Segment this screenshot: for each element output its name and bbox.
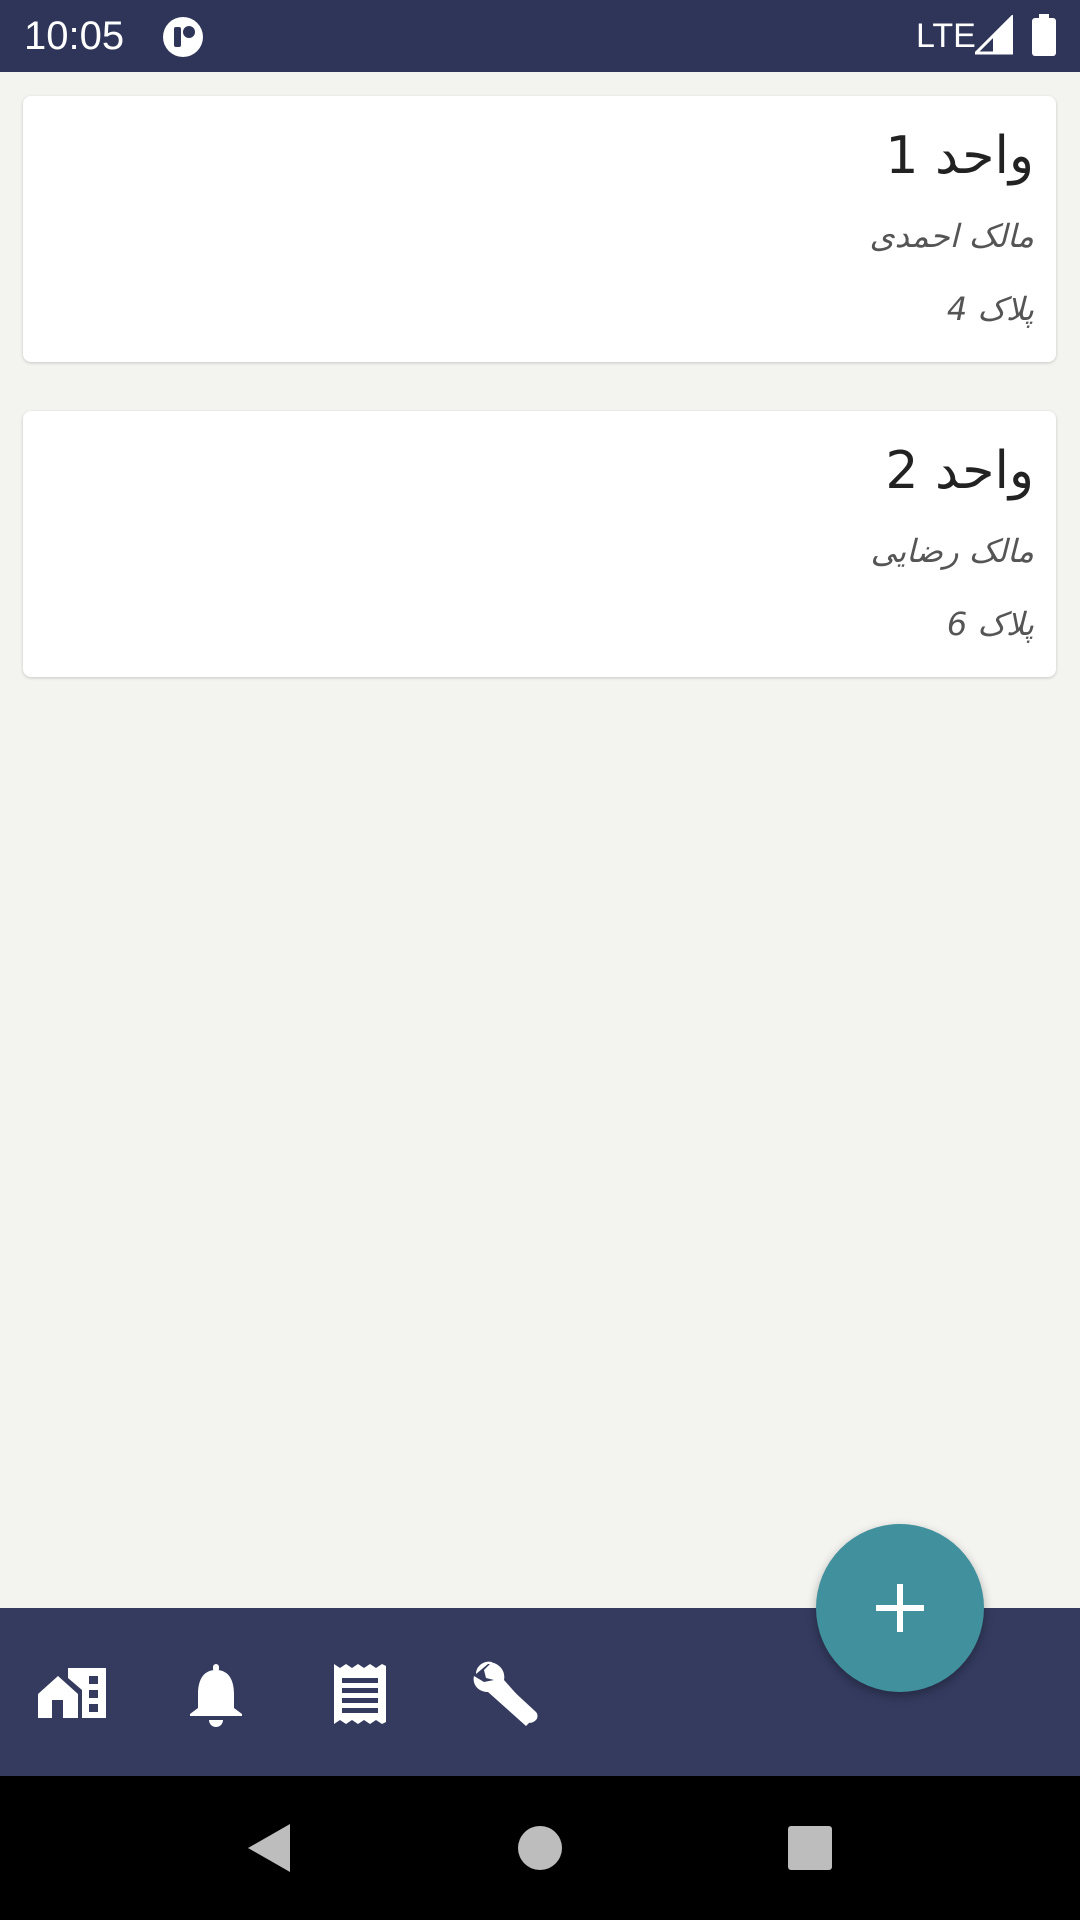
unit-plate: پلاک 4 <box>946 290 1034 328</box>
signal-icon <box>972 13 1014 55</box>
unit-owner: مالک رضایی <box>870 532 1034 570</box>
network-type-label: LTE <box>916 17 976 55</box>
recents-icon <box>788 1826 832 1870</box>
wrench-icon <box>473 1661 538 1726</box>
buildings-icon <box>38 1668 106 1718</box>
nav-settings[interactable] <box>468 1658 540 1730</box>
units-list: واحد 1 مالک احمدی پلاک 4 واحد 2 مالک رضا… <box>0 72 1080 1608</box>
plus-icon <box>876 1584 924 1632</box>
battery-icon <box>1032 14 1056 56</box>
system-back-button[interactable] <box>242 1820 298 1876</box>
unit-card[interactable]: واحد 1 مالک احمدی پلاک 4 <box>23 96 1056 362</box>
unit-plate: پلاک 6 <box>946 605 1034 643</box>
add-unit-button[interactable] <box>816 1524 984 1692</box>
home-icon <box>518 1826 562 1870</box>
bell-icon <box>190 1664 242 1727</box>
nav-notifications[interactable] <box>180 1658 252 1730</box>
unit-name: واحد 1 <box>885 126 1034 186</box>
status-bar: 10:05 LTE <box>0 0 1080 72</box>
system-recents-button[interactable] <box>782 1820 838 1876</box>
status-time: 10:05 <box>24 14 125 58</box>
unit-name: واحد 2 <box>885 441 1034 501</box>
app-notification-icon <box>162 16 204 58</box>
back-icon <box>248 1824 290 1872</box>
system-home-button[interactable] <box>512 1820 568 1876</box>
system-navigation-bar <box>0 1776 1080 1920</box>
nav-bills[interactable] <box>324 1658 396 1730</box>
receipt-icon <box>334 1664 386 1724</box>
nav-buildings[interactable] <box>36 1658 108 1730</box>
unit-owner: مالک احمدی <box>869 217 1034 255</box>
unit-card[interactable]: واحد 2 مالک رضایی پلاک 6 <box>23 411 1056 677</box>
